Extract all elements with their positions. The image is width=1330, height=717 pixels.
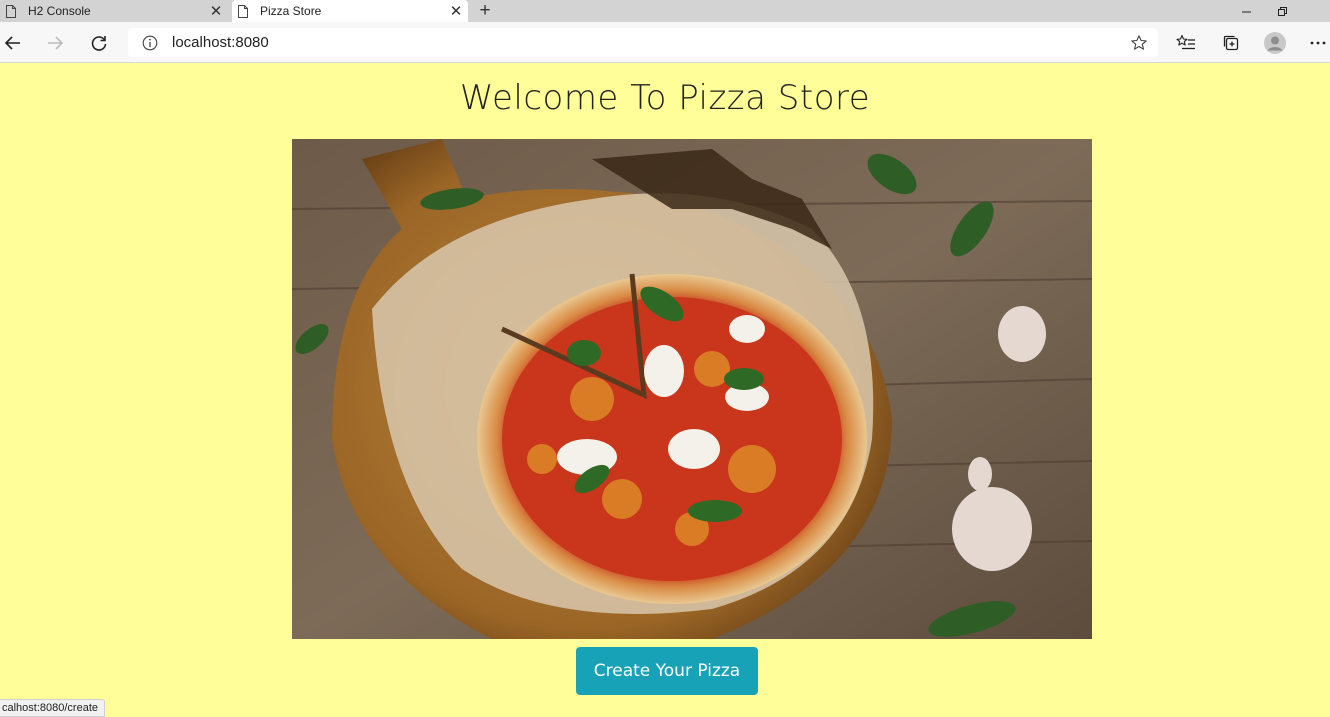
minimize-button[interactable] xyxy=(1226,0,1266,22)
forward-button[interactable] xyxy=(42,30,68,56)
collections-button[interactable] xyxy=(1218,30,1244,56)
restore-button[interactable] xyxy=(1262,0,1302,22)
profile-button[interactable] xyxy=(1262,30,1288,56)
page-title: Welcome To Pizza Store xyxy=(459,78,871,118)
restore-icon xyxy=(1277,6,1287,16)
new-tab-button[interactable]: + xyxy=(474,0,496,22)
page-icon xyxy=(238,4,248,18)
refresh-icon xyxy=(91,36,107,51)
tab-strip: H2 Console ✕ Pizza Store ✕ + xyxy=(0,0,1330,22)
create-your-pizza-button[interactable]: Create Your Pizza xyxy=(576,647,758,695)
status-bar-url: calhost:8080/create xyxy=(0,699,106,717)
tab-h2-console[interactable]: H2 Console ✕ xyxy=(0,0,228,22)
favorite-star-icon[interactable] xyxy=(1130,34,1148,52)
browser-toolbar xyxy=(0,22,1330,63)
settings-more-button[interactable] xyxy=(1306,30,1330,56)
page-icon xyxy=(6,4,16,18)
more-dots-icon xyxy=(1310,41,1326,45)
favorites-list-icon xyxy=(1176,34,1195,50)
collections-icon xyxy=(1223,35,1239,51)
close-tab-icon[interactable]: ✕ xyxy=(204,2,228,20)
address-bar[interactable] xyxy=(128,28,1158,57)
tab-pizza-store[interactable]: Pizza Store ✕ xyxy=(232,0,468,22)
tab-label: H2 Console xyxy=(28,4,91,18)
info-icon[interactable] xyxy=(142,35,158,51)
minimize-icon xyxy=(1241,11,1251,12)
tab-label: Pizza Store xyxy=(260,4,322,18)
refresh-button[interactable] xyxy=(86,30,112,56)
avatar-icon xyxy=(1264,32,1286,54)
close-tab-icon[interactable]: ✕ xyxy=(444,2,468,20)
forward-arrow-icon xyxy=(48,36,64,50)
back-arrow-icon xyxy=(4,36,20,50)
url-input[interactable] xyxy=(172,34,1072,51)
favorites-button[interactable] xyxy=(1173,30,1199,56)
pizza-hero-image xyxy=(292,139,1092,639)
back-button[interactable] xyxy=(0,30,26,56)
